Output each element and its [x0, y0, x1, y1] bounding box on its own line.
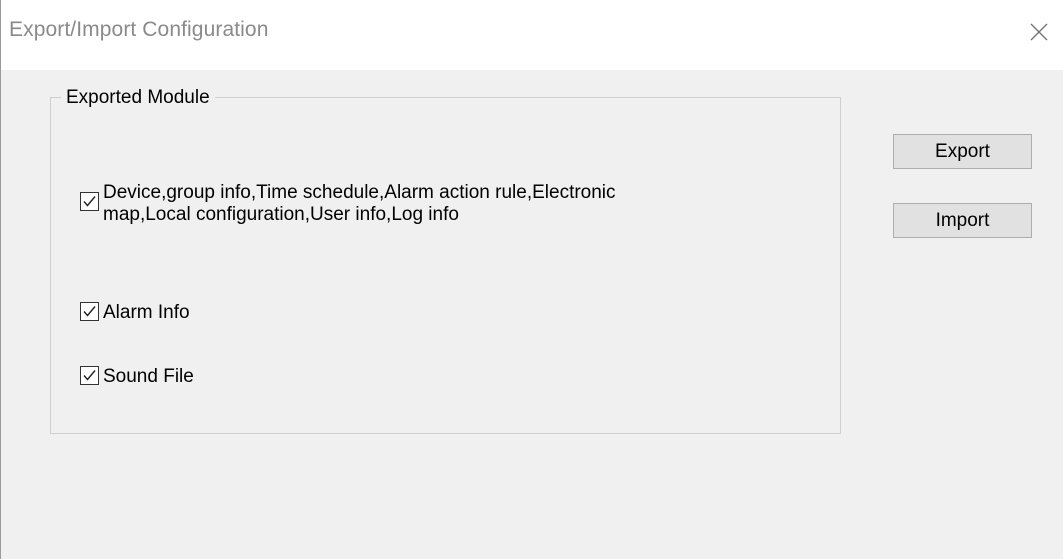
checkmark-icon	[83, 306, 96, 317]
checkmark-icon	[83, 370, 96, 381]
device-info-label: Device,group info,Time schedule,Alarm ac…	[103, 182, 616, 226]
device-info-checkbox[interactable]	[80, 192, 99, 211]
window-title: Export/Import Configuration	[9, 18, 269, 41]
close-icon	[1030, 23, 1048, 41]
checkmark-icon	[83, 196, 96, 207]
device-info-label-line1: Device,group info,Time schedule,Alarm ac…	[103, 182, 616, 203]
alarm-info-checkbox-row[interactable]: Alarm Info	[80, 302, 190, 324]
group-legend: Exported Module	[61, 87, 215, 109]
sound-file-checkbox[interactable]	[80, 366, 99, 385]
sound-file-label: Sound File	[103, 366, 194, 387]
device-info-label-line2: map,Local configuration,User info,Log in…	[103, 204, 459, 225]
export-button[interactable]: Export	[893, 134, 1032, 169]
sound-file-checkbox-row[interactable]: Sound File	[80, 366, 194, 388]
export-import-dialog: Export/Import Configuration Exported Mod…	[0, 0, 1063, 559]
alarm-info-checkbox[interactable]	[80, 302, 99, 321]
device-info-checkbox-row[interactable]: Device,group info,Time schedule,Alarm ac…	[80, 182, 616, 226]
import-button[interactable]: Import	[893, 203, 1032, 238]
title-bar: Export/Import Configuration	[1, 0, 1063, 70]
alarm-info-label: Alarm Info	[103, 302, 190, 323]
close-button[interactable]	[1021, 14, 1057, 50]
